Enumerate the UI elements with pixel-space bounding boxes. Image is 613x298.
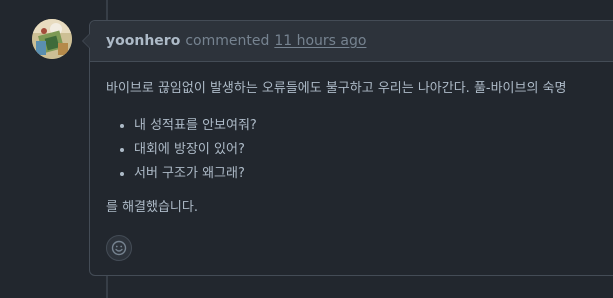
comment-header: yoonhero commented 11 hours ago [82,21,613,62]
timeline-line-top [106,0,108,20]
comment-intro: 바이브로 끊임없이 발생하는 오류들에도 불구하고 우리는 나아간다. 풀-바이… [106,81,567,96]
avatar-image [32,19,72,59]
add-reaction-button[interactable] [106,235,132,261]
list-item: 대회에 방장이 있어? [134,140,612,160]
avatar[interactable] [32,19,72,59]
comment-action: commented [185,33,270,49]
comment-list: 내 성적표를 안보여줘? 대회에 방장이 있어? 서버 구조가 왜그래? [106,116,612,184]
author-link[interactable]: yoonhero [106,33,180,49]
comment-card: yoonhero commented 11 hours ago 바이브로 끊임없… [82,20,613,276]
timestamp-link[interactable]: 11 hours ago [274,33,366,49]
comment-body: 바이브로 끊임없이 발생하는 오류들에도 불구하고 우리는 나아간다. 풀-바이… [90,62,613,218]
list-item: 서버 구조가 왜그래? [134,164,612,184]
comment-outro: 를 해결했습니다. [106,200,198,215]
timeline-line-bottom [106,276,108,298]
smiley-icon [111,240,127,256]
comment-pointer [82,33,90,49]
list-item: 내 성적표를 안보여줘? [134,116,612,136]
